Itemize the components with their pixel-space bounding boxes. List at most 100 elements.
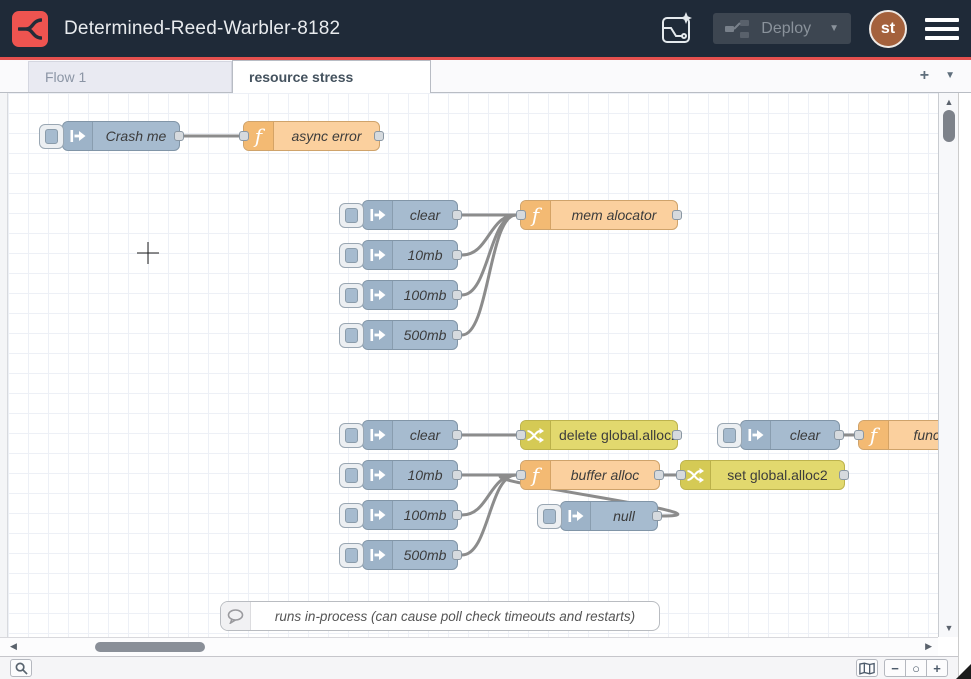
node-100mb-2[interactable]: 100mb: [362, 500, 458, 530]
input-port[interactable]: [676, 470, 686, 480]
flow-list-menu-button[interactable]: ▼: [945, 71, 955, 81]
inject-trigger-button[interactable]: [339, 323, 364, 348]
inject-trigger-button[interactable]: [339, 423, 364, 448]
crosshair-cursor: [137, 242, 159, 264]
vertical-scrollbar[interactable]: ▲ ▼: [938, 93, 958, 637]
node-500mb-2[interactable]: 500mb: [362, 540, 458, 570]
node-label: delete global.alloc2: [551, 421, 687, 449]
main-menu-icon[interactable]: [925, 16, 959, 42]
inject-trigger-button[interactable]: [339, 283, 364, 308]
output-port[interactable]: [839, 470, 849, 480]
horizontal-scrollbar[interactable]: ◀ ▶: [0, 637, 938, 656]
inject-icon: [363, 461, 393, 489]
input-port[interactable]: [516, 210, 526, 220]
inject-icon: [363, 321, 393, 349]
inject-trigger-button[interactable]: [339, 543, 364, 568]
output-port[interactable]: [834, 430, 844, 440]
output-port[interactable]: [452, 550, 462, 560]
add-flow-button[interactable]: +: [920, 68, 929, 84]
node-label: async error: [274, 122, 379, 150]
output-port[interactable]: [452, 330, 462, 340]
node-clear-3[interactable]: clear: [740, 420, 840, 450]
node-10mb-2[interactable]: 10mb: [362, 460, 458, 490]
scroll-up-icon[interactable]: ▲: [939, 97, 959, 107]
node-function[interactable]: ffunction: [858, 420, 938, 450]
search-button[interactable]: [10, 659, 32, 677]
inject-trigger-button[interactable]: [339, 463, 364, 488]
wire-layer: [8, 93, 938, 637]
zoom-reset-button[interactable]: ○: [905, 659, 927, 677]
header-actions: Deploy ▼ st: [659, 10, 959, 48]
zoom-out-button[interactable]: −: [884, 659, 906, 677]
inject-trigger-button[interactable]: [537, 504, 562, 529]
node-async-error[interactable]: fasync error: [243, 121, 380, 151]
tabbar-controls: + ▼: [920, 60, 971, 92]
node-comment[interactable]: runs in-process (can cause poll check ti…: [220, 601, 660, 631]
input-port[interactable]: [516, 430, 526, 440]
input-port[interactable]: [854, 430, 864, 440]
output-port[interactable]: [452, 250, 462, 260]
node-label: set global.alloc2: [711, 461, 844, 489]
node-label: 100mb: [393, 501, 457, 529]
input-port[interactable]: [239, 131, 249, 141]
scroll-left-icon[interactable]: ◀: [10, 641, 17, 652]
deploy-caret-icon[interactable]: ▼: [821, 23, 839, 34]
node-10mb-1[interactable]: 10mb: [362, 240, 458, 270]
node-null[interactable]: null: [560, 501, 658, 531]
output-port[interactable]: [452, 470, 462, 480]
inject-trigger-button[interactable]: [339, 203, 364, 228]
node-label: function: [889, 421, 938, 449]
inject-trigger-button[interactable]: [339, 503, 364, 528]
output-port[interactable]: [672, 210, 682, 220]
vertical-scroll-thumb[interactable]: [943, 110, 955, 142]
ai-flow-icon[interactable]: [659, 11, 695, 47]
tab-flow-1[interactable]: Flow 1: [28, 61, 232, 92]
node-label: Crash me: [93, 122, 179, 150]
scroll-down-icon[interactable]: ▼: [939, 623, 959, 633]
tab-label: Flow 1: [45, 69, 86, 85]
output-port[interactable]: [452, 510, 462, 520]
minimap-button[interactable]: [856, 659, 878, 677]
output-port[interactable]: [174, 131, 184, 141]
node-label: runs in-process (can cause poll check ti…: [251, 602, 659, 630]
app-logo[interactable]: [12, 11, 48, 47]
tab-resource-stress[interactable]: resource stress: [232, 60, 431, 93]
inject-icon: [363, 281, 393, 309]
output-port[interactable]: [374, 131, 384, 141]
inject-trigger-button[interactable]: [339, 243, 364, 268]
deploy-button[interactable]: Deploy ▼: [713, 13, 851, 44]
zoom-in-button[interactable]: +: [926, 659, 948, 677]
node-label: 500mb: [393, 541, 457, 569]
resize-grip[interactable]: [956, 664, 971, 679]
inject-trigger-button[interactable]: [717, 423, 742, 448]
input-port[interactable]: [516, 470, 526, 480]
node-mem-alocator[interactable]: fmem alocator: [520, 200, 678, 230]
output-port[interactable]: [452, 210, 462, 220]
node-label: 10mb: [393, 461, 457, 489]
node-buffer-alloc[interactable]: fbuffer alloc: [520, 460, 660, 490]
output-port[interactable]: [654, 470, 664, 480]
inject-icon: [363, 241, 393, 269]
output-port[interactable]: [452, 430, 462, 440]
inject-button-face: [345, 508, 358, 523]
inject-icon: [363, 501, 393, 529]
flow-canvas[interactable]: Crash me fasync error clear 10mb 100mb 500mb f…: [8, 93, 938, 637]
node-crash-me[interactable]: Crash me: [62, 121, 180, 151]
node-label: 10mb: [393, 241, 457, 269]
node-100mb-1[interactable]: 100mb: [362, 280, 458, 310]
output-port[interactable]: [672, 430, 682, 440]
node-label: clear: [393, 421, 457, 449]
inject-button-face: [345, 428, 358, 443]
node-delete-global-alloc2[interactable]: delete global.alloc2: [520, 420, 678, 450]
node-clear-2[interactable]: clear: [362, 420, 458, 450]
node-500mb-1[interactable]: 500mb: [362, 320, 458, 350]
output-port[interactable]: [452, 290, 462, 300]
user-avatar[interactable]: st: [869, 10, 907, 48]
inject-icon: [741, 421, 771, 449]
inject-trigger-button[interactable]: [39, 124, 64, 149]
scroll-right-icon[interactable]: ▶: [925, 641, 932, 652]
output-port[interactable]: [652, 511, 662, 521]
node-set-global-alloc2[interactable]: set global.alloc2: [680, 460, 845, 490]
node-clear-1[interactable]: clear: [362, 200, 458, 230]
horizontal-scroll-thumb[interactable]: [95, 642, 205, 652]
